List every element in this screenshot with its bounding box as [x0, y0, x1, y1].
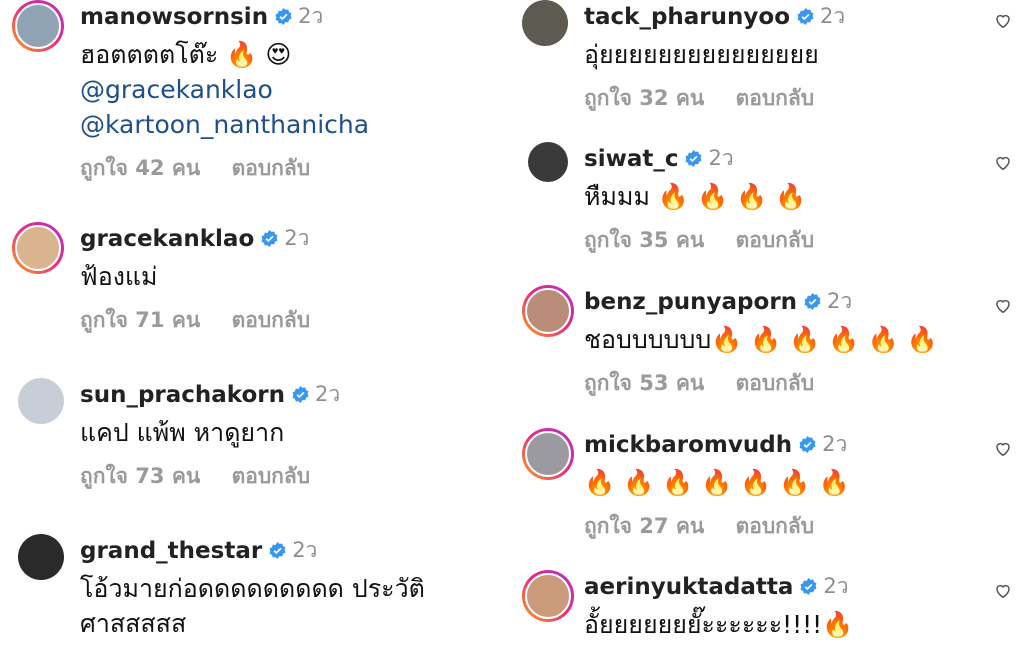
comment-age: 2ว	[823, 574, 849, 598]
avatar-image	[15, 3, 61, 49]
heart-icon[interactable]	[994, 12, 1012, 29]
verified-badge-icon	[685, 150, 702, 167]
comment-header: manowsornsin 2ว	[80, 0, 502, 33]
username[interactable]: siwat_c	[584, 146, 678, 172]
reply-button[interactable]: ตอบกลับ	[232, 308, 311, 332]
mention-link[interactable]: @gracekanklao	[80, 72, 502, 107]
username[interactable]: gracekanklao	[80, 226, 254, 252]
avatar[interactable]	[522, 0, 568, 46]
avatar-image	[18, 378, 64, 424]
comment-text: โอ้วมายก่อดดดดดดดดด ประวัติ ศาสสสสส	[80, 571, 502, 641]
comment-age: 2ว	[820, 4, 846, 28]
comment-line: ฮอตตตตโต๊ะ 🔥 😍	[80, 40, 292, 69]
username[interactable]: tack_pharunyoo	[584, 4, 790, 30]
comment-text: อั้ยยยยยยยั๊ะะะะะะ!!!!🔥	[584, 610, 854, 639]
verified-badge-icon	[799, 436, 816, 453]
comment-line: ศาสสสสส	[80, 609, 187, 638]
verified-badge-icon	[261, 230, 278, 247]
comment-line: โอ้วมายก่อดดดดดดดดด ประวัติ	[80, 574, 425, 603]
comment-text: 🔥 🔥 🔥 🔥 🔥 🔥 🔥	[584, 468, 850, 497]
verified-badge-icon	[797, 8, 814, 25]
comments-screenshot: manowsornsin 2ว ฮอตตตตโต๊ะ 🔥 😍 @gracekan…	[0, 0, 1024, 650]
comment-meta: ถูกใจ 53 คน ตอบกลับ	[584, 367, 1022, 400]
comment-text: ชอบบบบบบ🔥 🔥 🔥 🔥 🔥 🔥	[584, 325, 938, 354]
comment-age: 2ว	[298, 4, 324, 28]
right-comments-panel: tack_pharunyoo 2ว อุ่ยยยยยยยยยยยยยยย ถูก…	[510, 0, 1024, 650]
comment-item: manowsornsin 2ว ฮอตตตตโต๊ะ 🔥 😍 @gracekan…	[12, 0, 502, 190]
verified-badge-icon	[292, 386, 309, 403]
avatar[interactable]	[522, 570, 574, 622]
avatar-image	[522, 0, 568, 46]
username[interactable]: mickbaromvudh	[584, 432, 792, 458]
avatar-image	[525, 288, 571, 334]
comment-item: sun_prachakorn 2ว แคป แพ้พ หาดูยาก ถูกใจ…	[18, 378, 502, 498]
comment-age: 2ว	[315, 382, 341, 406]
comment-text: ฟ้องแม่	[80, 262, 158, 291]
reply-button[interactable]: ตอบกลับ	[736, 86, 815, 110]
avatar[interactable]	[12, 0, 64, 52]
reply-button[interactable]: ตอบกลับ	[736, 228, 815, 252]
comment-age: 2ว	[292, 538, 318, 562]
avatar[interactable]	[522, 285, 574, 337]
comment-meta: ถูกใจ 35 คน ตอบกลับ	[584, 224, 1022, 257]
comment-item: tack_pharunyoo 2ว อุ่ยยยยยยยยยยยยยยย ถูก…	[522, 0, 1022, 120]
likes-count[interactable]: ถูกใจ 32 คน	[584, 86, 704, 110]
comment-meta: ถูกใจ 32 คน ตอบกลับ	[584, 82, 1022, 115]
left-comments-panel: manowsornsin 2ว ฮอตตตตโต๊ะ 🔥 😍 @gracekan…	[0, 0, 505, 650]
comment-text: ฮอตตตตโต๊ะ 🔥 😍 @gracekanklao @kartoon_na…	[80, 37, 502, 142]
reply-button[interactable]: ตอบกลับ	[232, 464, 311, 488]
reply-button[interactable]: ตอบกลับ	[736, 514, 815, 538]
avatar-image	[18, 534, 64, 580]
verified-badge-icon	[800, 578, 817, 595]
avatar[interactable]	[18, 378, 64, 424]
comment-meta: ถูกใจ 73 คน ตอบกลับ	[80, 460, 502, 493]
comment-age: 2ว	[284, 226, 310, 250]
verified-badge-icon	[804, 293, 821, 310]
heart-icon[interactable]	[994, 440, 1012, 457]
username[interactable]: aerinyuktadatta	[584, 574, 793, 600]
username[interactable]: sun_prachakorn	[80, 382, 285, 408]
avatar[interactable]	[12, 222, 64, 274]
comment-item: grand_thestar 2ว โอ้วมายก่อดดดดดดดดด ประ…	[18, 534, 502, 650]
verified-badge-icon	[275, 8, 292, 25]
heart-icon[interactable]	[994, 582, 1012, 599]
avatar-image	[528, 142, 568, 182]
likes-count[interactable]: ถูกใจ 35 คน	[584, 228, 704, 252]
comment-meta: ถูกใจ 27 คน ตอบกลับ	[584, 510, 1022, 543]
username[interactable]: grand_thestar	[80, 538, 262, 564]
comment-age: 2ว	[822, 432, 848, 456]
comment-text: หืมมม 🔥 🔥 🔥 🔥	[584, 182, 807, 211]
heart-icon[interactable]	[994, 297, 1012, 314]
comment-age: 2ว	[827, 289, 853, 313]
avatar-image	[525, 573, 571, 619]
comment-item: gracekanklao 2ว ฟ้องแม่ ถูกใจ 71 คน ตอบก…	[12, 222, 502, 342]
comment-item: benz_punyaporn 2ว ชอบบบบบบ🔥 🔥 🔥 🔥 🔥 🔥 ถู…	[522, 285, 1022, 405]
comment-meta: ถูกใจ 42 คน ตอบกลับ	[80, 152, 502, 185]
comment-text: แคป แพ้พ หาดูยาก	[80, 418, 285, 447]
comment-item: siwat_c 2ว หืมมม 🔥 🔥 🔥 🔥 ถูกใจ 35 คน ตอบ…	[528, 142, 1022, 262]
likes-count[interactable]: ถูกใจ 27 คน	[584, 514, 704, 538]
comment-meta: ถูกใจ 71 คน ตอบกลับ	[80, 304, 502, 337]
reply-button[interactable]: ตอบกลับ	[232, 156, 311, 180]
likes-count[interactable]: ถูกใจ 73 คน	[80, 464, 200, 488]
likes-count[interactable]: ถูกใจ 53 คน	[584, 371, 704, 395]
avatar[interactable]	[18, 534, 64, 580]
mention-link[interactable]: @kartoon_nanthanicha	[80, 107, 502, 142]
avatar[interactable]	[528, 142, 568, 182]
reply-button[interactable]: ตอบกลับ	[736, 371, 815, 395]
comment-item: mickbaromvudh 2ว 🔥 🔥 🔥 🔥 🔥 🔥 🔥 ถูกใจ 27 …	[522, 428, 1022, 548]
likes-count[interactable]: ถูกใจ 71 คน	[80, 308, 200, 332]
username[interactable]: benz_punyaporn	[584, 289, 797, 315]
avatar[interactable]	[522, 428, 574, 480]
heart-icon[interactable]	[994, 154, 1012, 171]
username[interactable]: manowsornsin	[80, 4, 268, 30]
comment-text: อุ่ยยยยยยยยยยยยยยย	[584, 40, 819, 69]
likes-count[interactable]: ถูกใจ 42 คน	[80, 156, 200, 180]
verified-badge-icon	[269, 542, 286, 559]
comment-item: aerinyuktadatta 2ว อั้ยยยยยยยั๊ะะะะะะ!!!…	[522, 570, 1022, 650]
avatar-image	[15, 225, 61, 271]
comment-age: 2ว	[708, 146, 734, 170]
avatar-image	[525, 431, 571, 477]
